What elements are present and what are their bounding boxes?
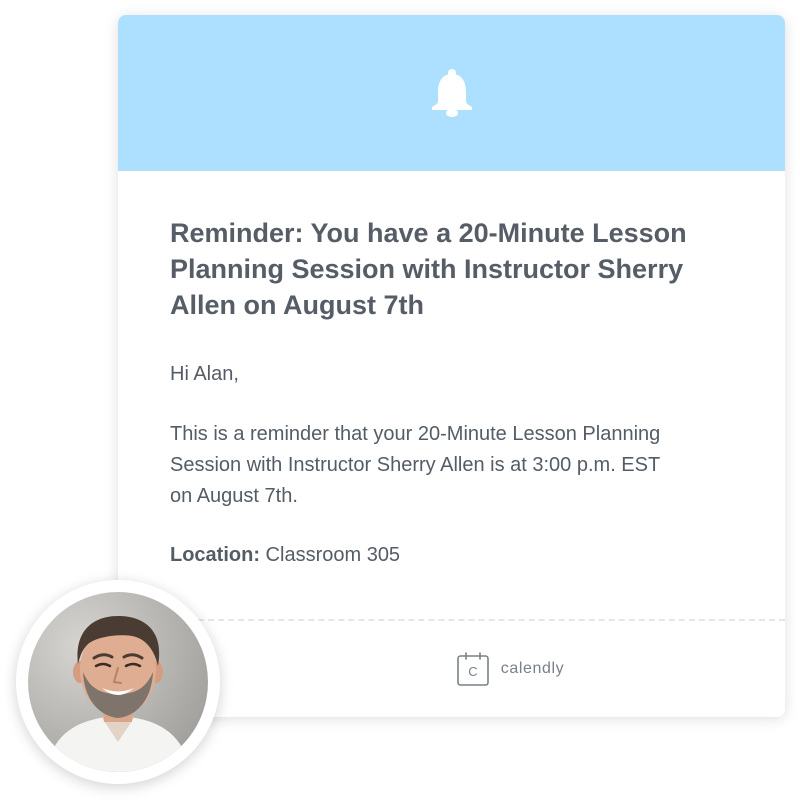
calendar-icon-letter: C (468, 664, 477, 679)
person-photo (28, 592, 208, 772)
location-label: Location: (170, 544, 260, 566)
bell-icon (431, 69, 472, 117)
location-value: Classroom 305 (260, 544, 401, 566)
card-body: Reminder: You have a 20-Minute Lesson Pl… (118, 171, 785, 570)
avatar (16, 580, 220, 784)
reminder-message: This is a reminder that your 20-Minute L… (170, 423, 661, 507)
greeting: Hi Alan, (170, 363, 239, 385)
reminder-title: Reminder: You have a 20-Minute Lesson Pl… (170, 218, 687, 320)
reminder-card: Reminder: You have a 20-Minute Lesson Pl… (118, 15, 785, 717)
location: Location: Classroom 305 (170, 540, 733, 570)
brand-name: calendly (500, 660, 565, 677)
calendar-icon: C (456, 652, 489, 686)
card-header (118, 15, 785, 171)
